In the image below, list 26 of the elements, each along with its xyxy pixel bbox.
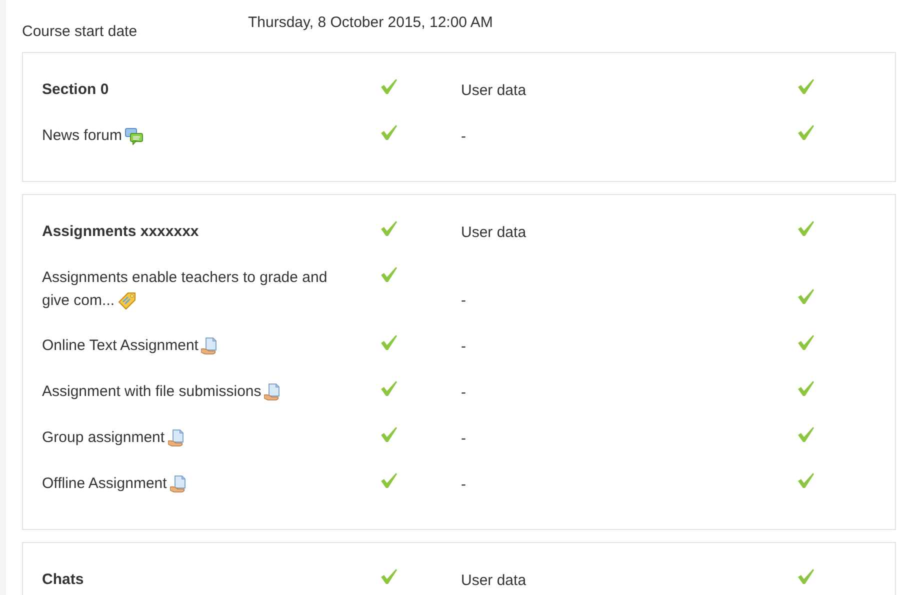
section-title: Section 0 xyxy=(42,80,110,100)
user-data-text: User data xyxy=(461,571,528,591)
hand-document-icon xyxy=(170,475,187,494)
user-data-text: - xyxy=(461,475,467,495)
hand-document-icon xyxy=(264,383,282,402)
user-data-text: - xyxy=(461,127,467,147)
tag-icon xyxy=(118,292,136,310)
course-start-value: Thursday, 8 October 2015, 12:00 AM xyxy=(248,13,493,33)
course-start-label: Course start date xyxy=(22,22,138,42)
section-title: Chats xyxy=(42,570,85,590)
activity-name: Online Text Assignment xyxy=(42,334,332,358)
hand-document-icon xyxy=(168,429,185,448)
user-data-text: - xyxy=(461,337,467,357)
activity-name: Assignment with file submissions xyxy=(42,380,332,404)
user-data-text: User data xyxy=(461,223,528,243)
user-data-text: - xyxy=(461,383,467,403)
user-data-text: User data xyxy=(461,81,528,101)
chat-bubbles-icon xyxy=(125,128,144,145)
activity-name: News forum xyxy=(42,124,332,148)
activity-name: Offline Assignment xyxy=(42,472,332,496)
hand-document-icon xyxy=(201,337,218,356)
section-title: Assignments xxxxxxx xyxy=(42,222,200,242)
user-data-text: - xyxy=(461,429,467,449)
activity-name: Group assignment xyxy=(42,426,332,450)
user-data-text: - xyxy=(461,291,467,311)
activity-name: Assignments enable teachers to grade and give com... xyxy=(42,268,328,312)
